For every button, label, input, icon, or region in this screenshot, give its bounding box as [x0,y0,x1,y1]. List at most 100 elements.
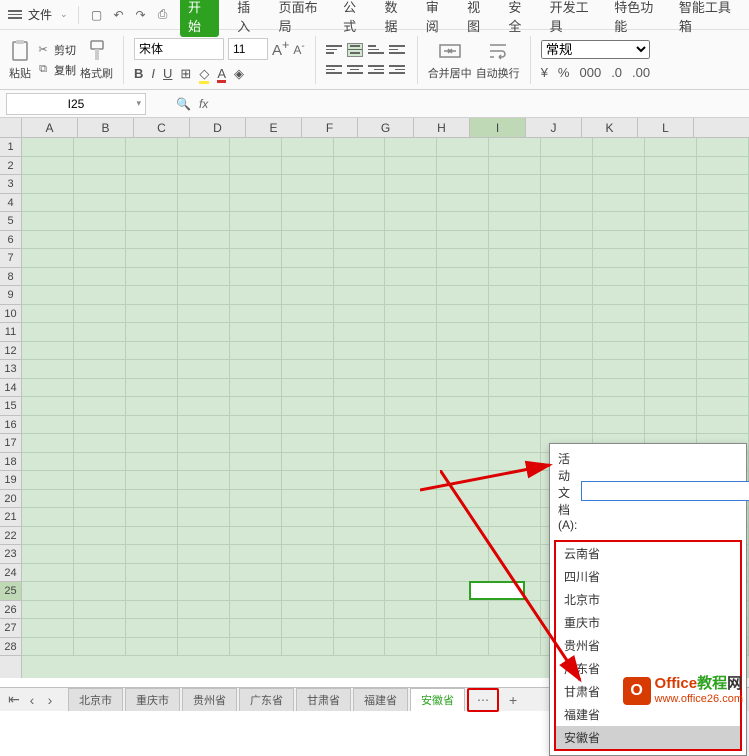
cell[interactable] [126,471,178,490]
cell[interactable] [334,397,386,416]
cell[interactable] [645,212,697,231]
cell[interactable] [22,286,74,305]
cell[interactable] [74,379,126,398]
row-header[interactable]: 2 [0,157,21,176]
cell[interactable] [282,342,334,361]
cell[interactable] [334,249,386,268]
cell[interactable] [645,342,697,361]
cell[interactable] [230,453,282,472]
cell[interactable] [334,157,386,176]
cell[interactable] [697,416,749,435]
bold-button[interactable]: B [134,66,143,81]
cell[interactable] [22,194,74,213]
cell[interactable] [489,231,541,250]
cell[interactable] [22,416,74,435]
borders-button[interactable]: ⊞ [180,66,191,82]
cell[interactable] [697,212,749,231]
cell[interactable] [334,175,386,194]
cell[interactable] [74,323,126,342]
cell[interactable] [334,453,386,472]
cell[interactable] [437,305,489,324]
cell[interactable] [282,434,334,453]
align-bottom-icon[interactable] [368,43,384,57]
cell[interactable] [489,638,541,657]
cell[interactable] [541,194,593,213]
cell[interactable] [334,360,386,379]
cell[interactable] [541,175,593,194]
row-header[interactable]: 12 [0,342,21,361]
cell[interactable] [126,434,178,453]
cell[interactable] [541,379,593,398]
cell[interactable] [282,268,334,287]
cell[interactable] [437,268,489,287]
font-color-button[interactable]: A [217,66,226,81]
cell[interactable] [74,582,126,601]
cell[interactable] [282,157,334,176]
cell[interactable] [489,286,541,305]
cell[interactable] [230,601,282,620]
cell[interactable] [126,194,178,213]
cell[interactable] [22,564,74,583]
row-header[interactable]: 8 [0,268,21,287]
ribbon-tab-8[interactable]: 开发工具 [550,0,597,35]
cell[interactable] [230,323,282,342]
row-header[interactable]: 26 [0,601,21,620]
cell[interactable] [385,453,437,472]
cell[interactable] [178,286,230,305]
cell[interactable] [334,379,386,398]
cell[interactable] [178,175,230,194]
cell[interactable] [437,601,489,620]
cell[interactable] [593,231,645,250]
row-header[interactable]: 17 [0,434,21,453]
row-header[interactable]: 9 [0,286,21,305]
popup-sheet-item[interactable]: 贵州省 [556,634,740,657]
active-doc-input[interactable] [581,481,749,501]
cell[interactable] [282,471,334,490]
row-header[interactable]: 18 [0,453,21,472]
cell[interactable] [22,545,74,564]
cell[interactable] [126,175,178,194]
cell[interactable] [230,286,282,305]
cell[interactable] [593,416,645,435]
cell[interactable] [22,619,74,638]
cell[interactable] [126,638,178,657]
cell[interactable] [489,434,541,453]
row-header[interactable]: 21 [0,508,21,527]
cell[interactable] [437,527,489,546]
column-header[interactable]: L [638,118,694,137]
cell[interactable] [74,471,126,490]
cell[interactable] [74,508,126,527]
cell[interactable] [178,231,230,250]
cell[interactable] [697,397,749,416]
cell[interactable] [385,249,437,268]
cell[interactable] [541,268,593,287]
ribbon-tab-5[interactable]: 审阅 [426,0,449,35]
popup-sheet-item[interactable]: 北京市 [556,588,740,611]
font-size-select[interactable] [228,38,268,60]
ribbon-tab-10[interactable]: 智能工具箱 [679,0,737,35]
cell[interactable] [126,619,178,638]
cell[interactable] [437,619,489,638]
cell[interactable] [74,527,126,546]
cell[interactable] [74,157,126,176]
cell[interactable] [126,249,178,268]
cell[interactable] [230,508,282,527]
cell[interactable] [489,601,541,620]
cell[interactable] [645,157,697,176]
cell[interactable] [489,545,541,564]
cell[interactable] [385,545,437,564]
cell[interactable] [489,619,541,638]
cell[interactable] [645,249,697,268]
cell[interactable] [126,157,178,176]
cell[interactable] [593,194,645,213]
cell[interactable] [178,453,230,472]
cell[interactable] [230,379,282,398]
cell[interactable] [541,360,593,379]
cell[interactable] [178,527,230,546]
number-format-button[interactable]: ¥ [541,65,548,80]
cell[interactable] [282,527,334,546]
zoom-icon[interactable]: 🔍 [176,97,191,111]
cell[interactable] [178,212,230,231]
cell[interactable] [282,638,334,657]
cell[interactable] [385,564,437,583]
